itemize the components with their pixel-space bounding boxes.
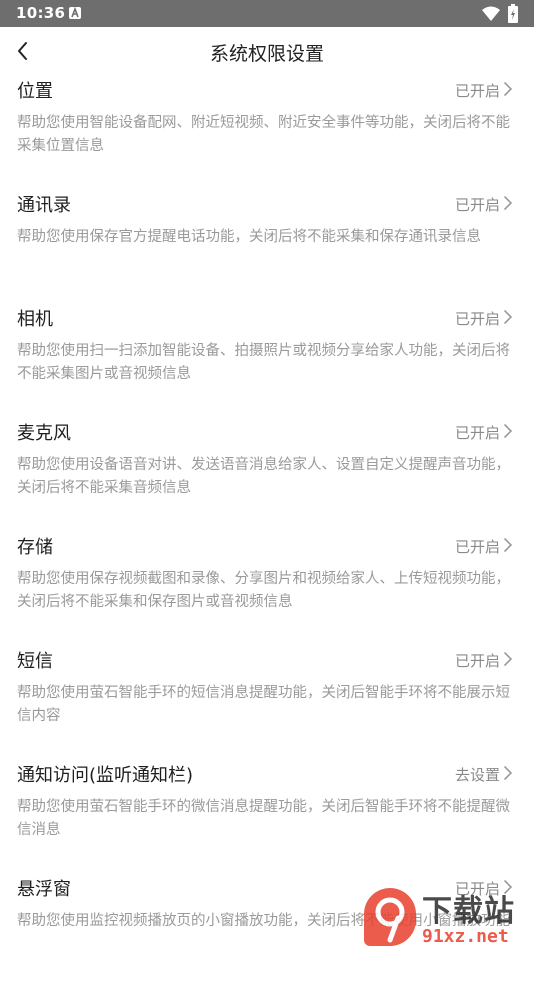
- permission-row-contacts[interactable]: 通讯录 已开启: [0, 189, 534, 217]
- wifi-icon: [482, 6, 500, 25]
- permission-row-sms[interactable]: 短信 已开启: [0, 645, 534, 673]
- permission-description: 帮助您使用萤石智能手环的微信消息提醒功能，关闭后智能手环将不能提醒微信消息: [17, 799, 510, 838]
- status-bar: 10:36: [0, 0, 534, 27]
- permission-title: 短信: [17, 651, 53, 672]
- battery-charging-icon: [508, 4, 518, 27]
- watermark-url: 91xz.net: [422, 926, 509, 947]
- chevron-right-icon: [502, 194, 514, 212]
- watermark: 下载站 91xz.net: [362, 886, 534, 950]
- permission-title: 相机: [17, 309, 53, 330]
- permission-description: 帮助您使用萤石智能手环的短信消息提醒功能，关闭后智能手环将不能展示短信内容: [17, 685, 510, 724]
- permission-row-storage[interactable]: 存储 已开启: [0, 531, 534, 559]
- permission-row-camera[interactable]: 相机 已开启: [0, 303, 534, 331]
- permission-description: 帮助您使用智能设备配网、附近短视频、附近安全事件等功能，关闭后将不能采集位置信息: [17, 115, 510, 154]
- watermark-site-name: 下载站: [422, 894, 515, 929]
- permission-title: 通知访问(监听通知栏): [17, 765, 194, 786]
- status-time: 10:36: [16, 4, 66, 22]
- permission-item-contacts: 通讯录 已开启 帮助您使用保存官方提醒电话功能，关闭后将不能采集和保存通讯录信息: [0, 189, 534, 303]
- page-title: 系统权限设置: [209, 43, 324, 65]
- chevron-right-icon: [502, 80, 514, 98]
- chevron-right-icon: [502, 422, 514, 440]
- permission-item-camera: 相机 已开启 帮助您使用扫一扫添加智能设备、拍摄照片或视频分享给家人功能，关闭后…: [0, 303, 534, 417]
- chevron-right-icon: [502, 650, 514, 668]
- permission-status: 已开启: [454, 652, 500, 670]
- permission-description: 帮助您使用保存视频截图和录像、分享图片和视频给家人、上传短视频功能，关闭后将不能…: [17, 571, 510, 610]
- permission-row-notification-access[interactable]: 通知访问(监听通知栏) 去设置: [0, 759, 534, 787]
- permission-description: 帮助您使用设备语音对讲、发送语音消息给家人、设置自定义提醒声音功能，关闭后将不能…: [17, 457, 510, 496]
- permission-item-microphone: 麦克风 已开启 帮助您使用设备语音对讲、发送语音消息给家人、设置自定义提醒声音功…: [0, 417, 534, 531]
- permission-status: 已开启: [454, 538, 500, 556]
- permission-title: 位置: [17, 81, 53, 102]
- permission-title: 通讯录: [17, 195, 71, 216]
- chevron-right-icon: [502, 764, 514, 782]
- permission-item-sms: 短信 已开启 帮助您使用萤石智能手环的短信消息提醒功能，关闭后智能手环将不能展示…: [0, 645, 534, 759]
- permission-item-notification-access: 通知访问(监听通知栏) 去设置 帮助您使用萤石智能手环的微信消息提醒功能，关闭后…: [0, 759, 534, 873]
- permission-status: 已开启: [454, 310, 500, 328]
- chevron-right-icon: [502, 536, 514, 554]
- permission-title: 悬浮窗: [17, 879, 71, 900]
- a-notification-icon: [69, 7, 81, 19]
- app-header: 系统权限设置: [0, 27, 534, 75]
- permission-title: 存储: [17, 537, 53, 558]
- permission-list: 位置 已开启 帮助您使用智能设备配网、附近短视频、附近安全事件等功能，关闭后将不…: [0, 75, 534, 987]
- permission-description: 帮助您使用扫一扫添加智能设备、拍摄照片或视频分享给家人功能，关闭后将不能采集图片…: [17, 343, 510, 382]
- permission-status: 已开启: [454, 82, 500, 100]
- permission-status: 已开启: [454, 424, 500, 442]
- watermark-logo-icon: [364, 888, 416, 946]
- chevron-right-icon: [502, 308, 514, 326]
- permission-item-location: 位置 已开启 帮助您使用智能设备配网、附近短视频、附近安全事件等功能，关闭后将不…: [0, 75, 534, 189]
- permission-description: 帮助您使用保存官方提醒电话功能，关闭后将不能采集和保存通讯录信息: [17, 229, 481, 245]
- permission-title: 麦克风: [17, 423, 71, 444]
- permission-status: 去设置: [454, 766, 500, 784]
- permission-item-storage: 存储 已开启 帮助您使用保存视频截图和录像、分享图片和视频给家人、上传短视频功能…: [0, 531, 534, 645]
- permission-row-microphone[interactable]: 麦克风 已开启: [0, 417, 534, 445]
- permission-row-location[interactable]: 位置 已开启: [0, 75, 534, 103]
- permission-status: 已开启: [454, 196, 500, 214]
